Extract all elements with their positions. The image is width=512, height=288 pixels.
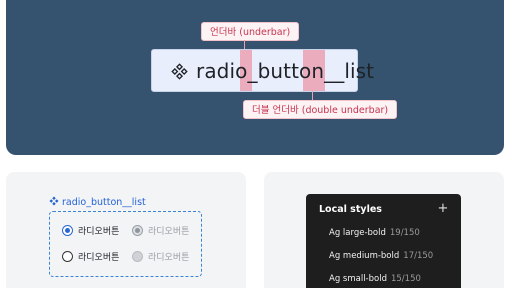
radio-label: 라디오버튼 xyxy=(78,253,120,263)
component-example-card: radio_button__list 라디오버튼 라디오버튼 라디오버튼 라디오… xyxy=(6,172,246,288)
local-styles-card: Local styles + Ag large-bold 19/150 Ag me… xyxy=(264,172,504,288)
style-item[interactable]: Ag large-bold 19/150 xyxy=(329,226,420,240)
radio-label: 라디오버튼 xyxy=(148,227,190,237)
component-title[interactable]: radio_button__list xyxy=(49,196,146,210)
radio-list-frame[interactable]: 라디오버튼 라디오버튼 라디오버튼 라디오버튼 xyxy=(49,211,202,277)
radio-item-disabled-checked: 라디오버튼 xyxy=(132,224,202,237)
radio-label: 라디오버튼 xyxy=(148,253,190,263)
radio-disabled-checked xyxy=(132,225,143,236)
radio-item-unchecked[interactable]: 라디오버튼 xyxy=(62,250,132,263)
local-styles-panel: Local styles + Ag large-bold 19/150 Ag me… xyxy=(306,194,461,288)
hero-panel: 언더바 (underbar) radio_button__list 더블 언더바… xyxy=(6,0,504,155)
radio-disabled xyxy=(132,251,143,262)
underbar-annotation: 언더바 (underbar) xyxy=(201,22,300,41)
style-name: Ag small-bold xyxy=(329,274,387,284)
style-meta: 17/150 xyxy=(403,251,434,261)
style-item[interactable]: Ag small-bold 15/150 xyxy=(329,272,421,286)
double-underbar-annotation: 더블 언더바 (double underbar) xyxy=(243,100,398,119)
radio-unchecked[interactable] xyxy=(62,251,73,262)
local-styles-title: Local styles xyxy=(319,204,382,215)
style-item[interactable]: Ag medium-bold 17/150 xyxy=(329,249,433,263)
component-diamond-icon xyxy=(171,63,188,80)
component-name-text: radio_button__list xyxy=(196,59,375,83)
plus-icon[interactable]: + xyxy=(436,201,450,217)
style-meta: 15/150 xyxy=(390,274,421,284)
radio-label: 라디오버튼 xyxy=(78,227,120,237)
radio-row: 라디오버튼 라디오버튼 xyxy=(62,250,202,263)
radio-checked[interactable] xyxy=(62,225,73,236)
radio-item-checked[interactable]: 라디오버튼 xyxy=(62,224,132,237)
style-name: Ag large-bold xyxy=(329,228,386,238)
component-name-box: radio_button__list xyxy=(151,49,374,92)
radio-row: 라디오버튼 라디오버튼 xyxy=(62,224,202,237)
style-name: Ag medium-bold xyxy=(329,251,400,261)
radio-item-disabled: 라디오버튼 xyxy=(132,250,202,263)
component-title-label: radio_button__list xyxy=(62,197,146,208)
component-diamond-icon xyxy=(49,196,59,206)
style-meta: 19/150 xyxy=(389,228,420,238)
